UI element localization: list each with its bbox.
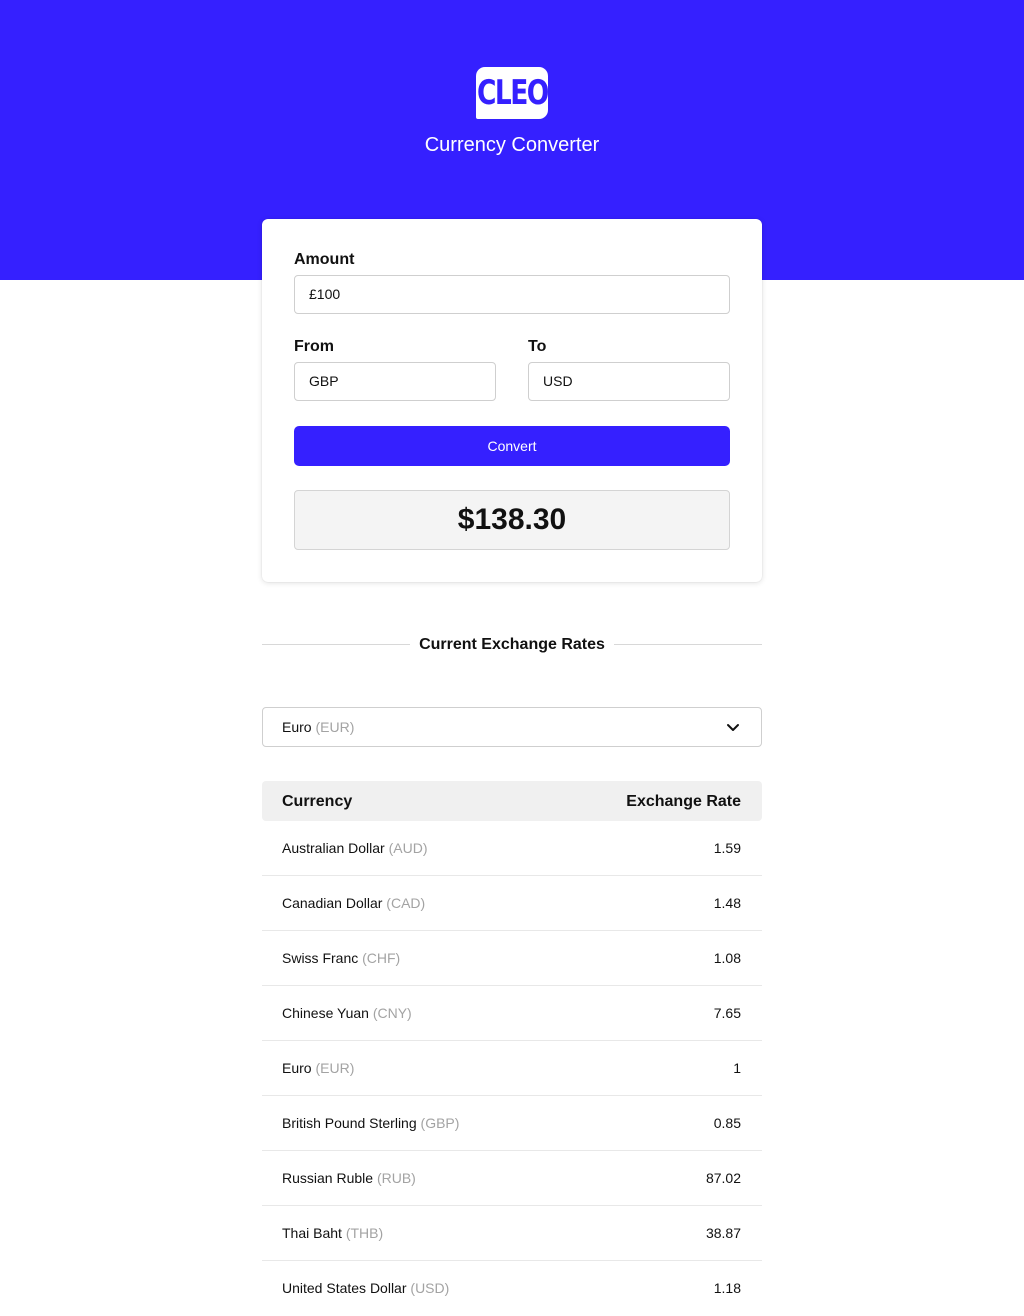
rate-cell: 1.48 bbox=[713, 895, 741, 911]
to-label: To bbox=[528, 338, 547, 355]
base-currency-name: Euro bbox=[282, 719, 312, 735]
currency-cell: United States Dollar (USD) bbox=[282, 1261, 449, 1316]
table-row: United States Dollar (USD) 1.18 bbox=[262, 1261, 762, 1316]
table-row: Chinese Yuan (CNY) 7.65 bbox=[262, 986, 762, 1041]
conversion-result: $138.30 bbox=[294, 490, 730, 550]
convert-button[interactable]: Convert bbox=[294, 426, 730, 466]
currency-cell: Swiss Franc (CHF) bbox=[282, 931, 400, 986]
currency-code: (GBP) bbox=[420, 1115, 460, 1131]
currency-cell: Chinese Yuan (CNY) bbox=[282, 986, 412, 1041]
currency-name: Swiss Franc bbox=[282, 950, 359, 966]
chevron-down-icon bbox=[727, 724, 739, 731]
column-header-currency: Currency bbox=[282, 793, 353, 810]
currency-cell: Euro (EUR) bbox=[282, 1041, 354, 1096]
to-currency-input[interactable]: USD bbox=[528, 362, 730, 401]
currency-name: British Pound Sterling bbox=[282, 1115, 417, 1131]
converter-card: Amount £100 From GBP To USD Convert $138… bbox=[262, 219, 762, 582]
amount-input[interactable]: £100 bbox=[294, 275, 730, 314]
base-currency-code: (EUR) bbox=[315, 719, 355, 735]
rate-cell: 1.08 bbox=[713, 950, 741, 966]
currency-name: Euro bbox=[282, 1060, 312, 1076]
table-row: Canadian Dollar (CAD) 1.48 bbox=[262, 876, 762, 931]
cleo-logo[interactable]: CLEO bbox=[476, 67, 549, 119]
currency-name: Australian Dollar bbox=[282, 840, 385, 856]
currency-code: (EUR) bbox=[315, 1060, 355, 1076]
rate-cell: 0.85 bbox=[713, 1115, 741, 1131]
base-currency-value: Euro (EUR) bbox=[282, 708, 354, 746]
currency-name: Russian Ruble bbox=[282, 1170, 374, 1186]
currency-code: (THB) bbox=[345, 1225, 384, 1241]
rate-cell: 1.18 bbox=[713, 1280, 741, 1296]
from-label: From bbox=[294, 338, 334, 355]
currency-cell: Thai Baht (THB) bbox=[282, 1206, 383, 1261]
table-row: Thai Baht (THB) 38.87 bbox=[262, 1206, 762, 1261]
exchange-rates-heading: Current Exchange Rates bbox=[262, 635, 762, 655]
amount-label: Amount bbox=[294, 251, 355, 268]
currency-code: (CHF) bbox=[362, 950, 401, 966]
table-header: Currency Exchange Rate bbox=[262, 781, 762, 821]
currency-cell: British Pound Sterling (GBP) bbox=[282, 1096, 459, 1151]
column-header-rate: Exchange Rate bbox=[626, 793, 741, 810]
currency-cell: Russian Ruble (RUB) bbox=[282, 1151, 416, 1206]
exchange-rates-table: Currency Exchange Rate Australian Dollar… bbox=[262, 781, 762, 1316]
table-row: Swiss Franc (CHF) 1.08 bbox=[262, 931, 762, 986]
currency-name: United States Dollar bbox=[282, 1280, 407, 1296]
currency-name: Thai Baht bbox=[282, 1225, 342, 1241]
rate-cell: 1 bbox=[733, 1060, 741, 1076]
currency-cell: Australian Dollar (AUD) bbox=[282, 821, 428, 876]
table-row: Australian Dollar (AUD) 1.59 bbox=[262, 821, 762, 876]
rate-cell: 38.87 bbox=[705, 1225, 741, 1241]
currency-name: Canadian Dollar bbox=[282, 895, 383, 911]
exchange-rates-heading-text: Current Exchange Rates bbox=[410, 636, 614, 653]
page-title: Currency Converter bbox=[424, 134, 600, 156]
rate-cell: 1.59 bbox=[713, 840, 741, 856]
currency-code: (AUD) bbox=[388, 840, 428, 856]
table-row: Euro (EUR) 1 bbox=[262, 1041, 762, 1096]
currency-code: (CAD) bbox=[386, 895, 426, 911]
table-row: British Pound Sterling (GBP) 0.85 bbox=[262, 1096, 762, 1151]
rate-cell: 7.65 bbox=[713, 1005, 741, 1021]
currency-code: (CNY) bbox=[372, 1005, 412, 1021]
currency-name: Chinese Yuan bbox=[282, 1005, 369, 1021]
table-row: Russian Ruble (RUB) 87.02 bbox=[262, 1151, 762, 1206]
base-currency-select[interactable]: Euro (EUR) bbox=[262, 707, 762, 747]
logo-text: CLEO bbox=[476, 73, 549, 113]
from-currency-input[interactable]: GBP bbox=[294, 362, 496, 401]
rate-cell: 87.02 bbox=[705, 1170, 741, 1186]
currency-code: (RUB) bbox=[376, 1170, 416, 1186]
currency-cell: Canadian Dollar (CAD) bbox=[282, 876, 425, 931]
currency-code: (USD) bbox=[410, 1280, 450, 1296]
